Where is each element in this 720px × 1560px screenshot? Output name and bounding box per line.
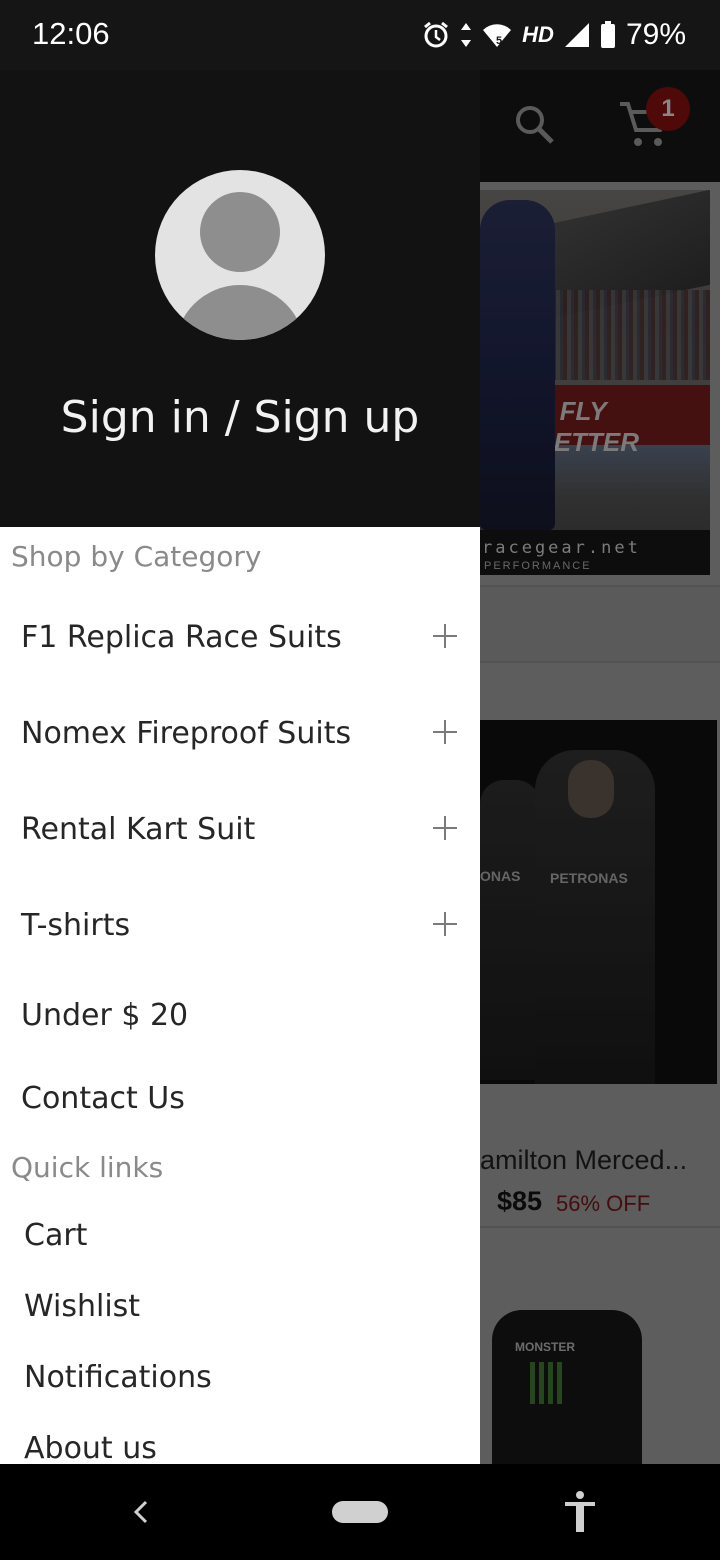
status-icons: 5 HD 79% — [422, 15, 686, 55]
quick-links-label: Quick links — [11, 1151, 164, 1184]
expand-plus-icon[interactable] — [433, 624, 457, 648]
wifi-icon: 5 — [483, 24, 512, 47]
quick-link-about-us[interactable]: About us — [24, 1429, 157, 1464]
quick-link-wishlist[interactable]: Wishlist — [24, 1287, 140, 1327]
avatar-body-shape — [175, 285, 305, 340]
sign-in-link[interactable]: Sign in / Sign up — [0, 392, 480, 443]
category-label: F1 Replica Race Suits — [21, 620, 342, 655]
system-nav-bar — [0, 1464, 720, 1560]
network-type: HD — [522, 22, 554, 47]
avatar-head-shape — [200, 192, 280, 272]
contact-us-link[interactable]: Contact Us — [0, 1079, 480, 1159]
category-label: Rental Kart Suit — [21, 812, 256, 847]
category-label: Nomex Fireproof Suits — [21, 716, 352, 751]
battery-icon — [600, 21, 615, 48]
battery-percent: 79% — [625, 18, 686, 51]
expand-plus-icon[interactable] — [433, 816, 457, 840]
status-bar: 12:06 5 HD 79% — [0, 0, 720, 70]
quick-link-cart[interactable]: Cart — [24, 1216, 87, 1256]
category-label: T-shirts — [21, 908, 131, 943]
category-rental-kart-suit[interactable]: Rental Kart Suit — [0, 810, 480, 890]
category-f1-replica-race-suits[interactable]: F1 Replica Race Suits — [0, 618, 480, 698]
drawer-header: Sign in / Sign up — [0, 70, 480, 527]
accessibility-icon[interactable] — [562, 1490, 598, 1534]
avatar[interactable] — [155, 170, 325, 340]
back-icon[interactable] — [128, 1492, 152, 1532]
category-t-shirts[interactable]: T-shirts — [0, 906, 480, 986]
home-pill-button[interactable] — [332, 1501, 388, 1523]
alarm-icon — [424, 21, 449, 48]
navigation-drawer: Sign in / Sign up Shop by Category F1 Re… — [0, 70, 480, 1464]
category-nomex-fireproof-suits[interactable]: Nomex Fireproof Suits — [0, 714, 480, 794]
category-under-20[interactable]: Under $ 20 — [0, 996, 480, 1076]
screen: 12:06 5 HD 79% 1 S FLY BETTER racegear.n… — [0, 0, 720, 1560]
cell-signal-icon — [564, 23, 589, 47]
status-time: 12:06 — [32, 16, 110, 51]
expand-plus-icon[interactable] — [433, 912, 457, 936]
expand-plus-icon[interactable] — [433, 720, 457, 744]
shop-by-category-label: Shop by Category — [11, 540, 262, 573]
category-label: Under $ 20 — [21, 998, 189, 1033]
quick-link-notifications[interactable]: Notifications — [24, 1358, 212, 1398]
svg-text:5: 5 — [496, 35, 502, 47]
category-label: Contact Us — [21, 1081, 185, 1116]
data-arrows-icon — [461, 23, 472, 47]
